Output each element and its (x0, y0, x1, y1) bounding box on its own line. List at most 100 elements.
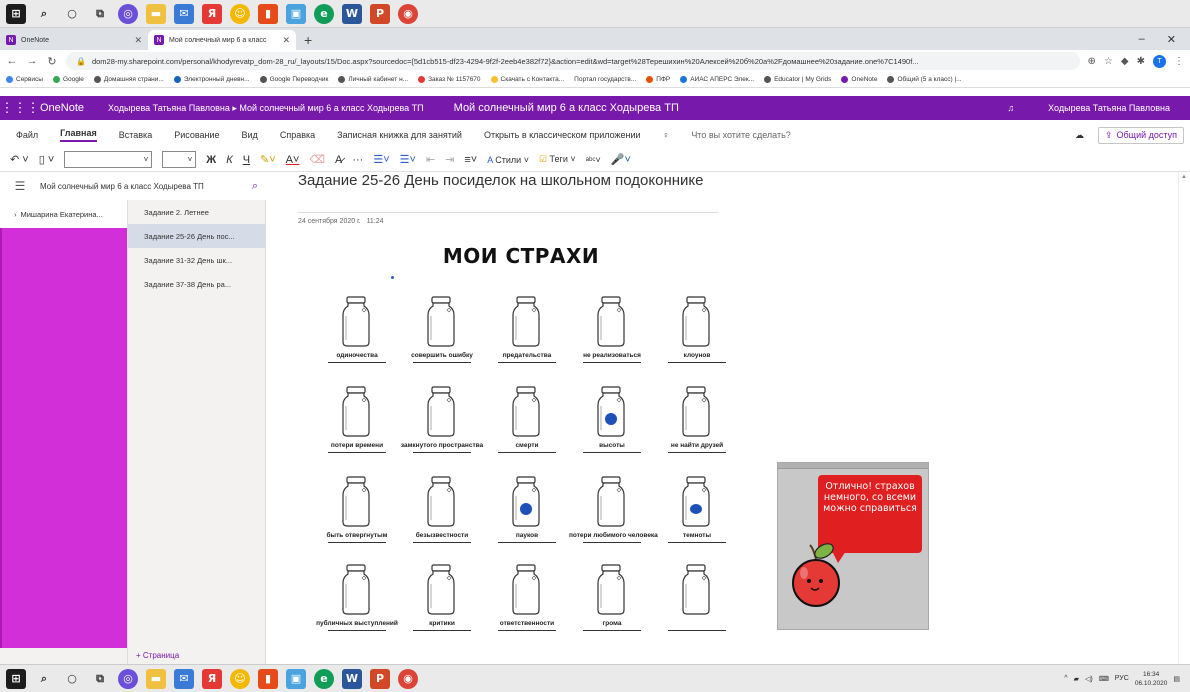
font-family-select[interactable]: ˅ (64, 151, 153, 168)
clock[interactable]: 16:34 06.10.2020 (1135, 670, 1168, 688)
star-icon[interactable]: ☆ (1104, 56, 1113, 67)
user-name[interactable]: Ходырева Татьяна Павловна (1048, 103, 1170, 113)
photos-icon[interactable]: ▣ (286, 3, 306, 24)
cortana-icon[interactable]: ○ (62, 4, 82, 24)
language-indicator[interactable]: РУС (1115, 675, 1129, 682)
font-size-select[interactable]: ˅ (162, 151, 197, 168)
bold-button[interactable]: Ж (206, 154, 216, 166)
minimize-icon[interactable]: – (1139, 33, 1145, 46)
photos-icon[interactable]: ▣ (286, 668, 306, 689)
outdent-icon[interactable]: ⇤ (426, 153, 435, 166)
close-icon[interactable]: ✕ (282, 35, 290, 46)
file-explorer-icon[interactable]: ▬ (146, 3, 166, 24)
volume-icon[interactable]: ◁) (1085, 675, 1093, 683)
sync-icon[interactable]: ☁ (1075, 130, 1084, 141)
bookmark-item[interactable]: OneNote (841, 76, 877, 83)
dictate-icon[interactable]: 🎤˅ (611, 153, 631, 166)
mail-icon[interactable]: ✉ (174, 668, 194, 689)
menu-dots-icon[interactable]: ⋮ (1174, 56, 1184, 67)
page-item[interactable]: Задание 31-32 День шк... (128, 248, 265, 272)
keyboard-icon[interactable]: ⌨ (1099, 675, 1109, 683)
word-icon[interactable]: W (342, 668, 362, 689)
section-item[interactable]: › Мишарина Екатерина... (0, 200, 127, 228)
bookmark-item[interactable]: Google Переводчик (259, 76, 328, 83)
yandex-icon[interactable]: Я (202, 3, 222, 24)
bookmark-item[interactable]: Сервисы (6, 76, 43, 83)
bullets-icon[interactable]: ☰˅ (373, 153, 389, 166)
page-item[interactable]: Задание 37-38 День ра... (128, 272, 265, 296)
align-icon[interactable]: ≡˅ (464, 154, 477, 166)
clipboard-icon[interactable]: ▯ ˅ (39, 153, 55, 166)
task-view-icon[interactable]: ⧉ (90, 669, 110, 689)
emoji-app-icon[interactable]: ☺ (230, 668, 250, 689)
page-title[interactable]: Задание 25-26 День посиделок на школьном… (298, 172, 728, 191)
windows-start-icon[interactable]: ⊞ (6, 3, 26, 24)
open-desktop-button[interactable]: Открыть в классическом приложении (484, 130, 641, 140)
app-launcher-icon[interactable]: ⋮⋮⋮ (0, 100, 40, 116)
bookmark-item[interactable]: Общий (5 а класс) |... (887, 76, 962, 83)
bookmark-item[interactable]: Скачать с Контакта... (490, 76, 564, 83)
bookmark-item[interactable]: Электронный дневн... (173, 76, 250, 83)
task-view-icon[interactable]: ⧉ (90, 4, 110, 24)
breadcrumb[interactable]: Ходырева Татьяна Павловна ▸ Мой солнечны… (108, 103, 424, 114)
file-explorer-icon[interactable]: ▬ (146, 668, 166, 689)
chrome-icon[interactable]: ◉ (398, 668, 418, 689)
search-icon[interactable]: ⌕ (34, 669, 54, 689)
office-icon[interactable]: ▮ (258, 668, 278, 689)
numbering-icon[interactable]: ☰˅ (400, 153, 416, 166)
spelling-icon[interactable]: ᵃᵇᶜ˅ (586, 155, 601, 165)
sticker-image[interactable]: Отлично! страхов немного, со всеми можно… (777, 462, 929, 630)
windows-start-icon[interactable]: ⊞ (6, 668, 26, 689)
tell-me-field[interactable]: Что вы хотите сделать? (691, 130, 791, 140)
tab-onenote[interactable]: N OneNote ✕ (0, 30, 148, 50)
tab-file[interactable]: Файл (16, 130, 38, 140)
tray-expand-icon[interactable]: ^ (1064, 675, 1067, 682)
app-icon[interactable]: ◎ (118, 668, 138, 689)
chrome-icon[interactable]: ◉ (398, 3, 418, 24)
close-window-icon[interactable]: ✕ (1167, 33, 1176, 46)
new-tab-button[interactable]: + (296, 32, 320, 50)
yandex-icon[interactable]: Я (202, 668, 222, 689)
network-icon[interactable]: ▰ (1074, 675, 1079, 683)
scroll-up-icon[interactable]: ▲ (1181, 174, 1187, 180)
bookmark-item[interactable]: АИАС АПЕРС Элек... (680, 76, 754, 83)
powerpoint-icon[interactable]: P (370, 668, 390, 689)
notebook-name[interactable]: Мой солнечный мир 6 а класс Ходырева ТП (40, 182, 204, 191)
notifications-icon[interactable]: ▤ (1173, 675, 1180, 683)
share-button[interactable]: ⇪ Общий доступ (1097, 126, 1184, 144)
indent-icon[interactable]: ⇥ (445, 153, 454, 166)
bookmark-item[interactable]: Домашняя страни... (93, 76, 164, 83)
bookmark-item[interactable]: Заказ № 1157670 (418, 76, 481, 83)
tab-insert[interactable]: Вставка (119, 130, 152, 140)
url-field[interactable]: 🔒 dom28-my.sharepoint.com/personal/khody… (66, 52, 1080, 70)
edge-icon[interactable]: e (314, 668, 334, 689)
add-page-button[interactable]: + Страница (136, 651, 179, 660)
font-color-icon[interactable]: A˅ (286, 154, 300, 166)
emoji-app-icon[interactable]: ☺ (230, 3, 250, 24)
close-icon[interactable]: ✕ (134, 35, 142, 46)
vertical-scrollbar[interactable]: ▲ (1178, 172, 1190, 664)
tab-help[interactable]: Справка (280, 130, 315, 140)
bell-icon[interactable]: ♫ (1007, 103, 1014, 113)
tab-class-notebook[interactable]: Записная книжка для занятий (337, 130, 462, 140)
reload-icon[interactable]: ↻ (46, 55, 58, 68)
eraser-icon[interactable]: ⌫ (309, 153, 325, 166)
office-icon[interactable]: ▮ (258, 3, 278, 24)
bookmark-item[interactable]: ПФР (646, 76, 670, 83)
app-name[interactable]: OneNote (40, 102, 84, 114)
more-button[interactable]: ··· (352, 154, 363, 166)
bookmark-item[interactable]: Google (52, 76, 84, 83)
bookmark-item[interactable]: Личный кабинет н... (338, 76, 408, 83)
forward-icon[interactable]: → (26, 55, 38, 67)
hamburger-icon[interactable]: ☰ (0, 179, 40, 193)
cortana-icon[interactable]: ○ (62, 669, 82, 689)
underline-button[interactable]: Ч (243, 154, 250, 166)
powerpoint-icon[interactable]: P (370, 3, 390, 24)
puzzle-icon[interactable]: ✱ (1137, 56, 1145, 67)
profile-avatar[interactable]: Т (1153, 54, 1166, 68)
page-item[interactable]: Задание 2. Летнее (128, 200, 265, 224)
bookmark-item[interactable]: Портал государств... (574, 76, 636, 83)
search-icon[interactable]: ⌕ (34, 4, 54, 24)
tab-draw[interactable]: Рисование (174, 130, 219, 140)
clear-format-icon[interactable]: A̷ (335, 154, 342, 166)
